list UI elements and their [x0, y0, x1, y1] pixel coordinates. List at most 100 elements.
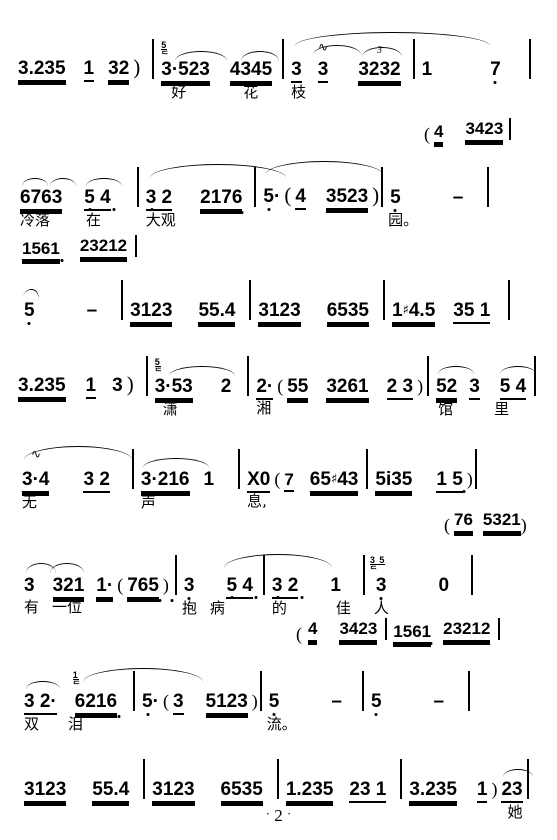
- note-group: 4: [295, 186, 306, 210]
- measure-8-2: 1.235 23 1: [285, 779, 387, 803]
- barline: [427, 356, 430, 396]
- octave-dot-low: [206, 324, 210, 327]
- measure-1-2: 3 枝 ∿ 3 3 3232: [291, 32, 491, 100]
- octave-dot-low: [267, 208, 271, 211]
- note-group: 3123: [152, 779, 195, 803]
- staff-system-5: ∿ 3·4 无 3 2 3·216 声 1 X0 息, ( 7 65♯43 5i…: [0, 428, 557, 510]
- measure-7-0: 3 2· 双 1ᄃ 6216 泪: [24, 668, 203, 732]
- slur: [142, 458, 209, 468]
- measure-2-1: 3 2 大观 2176: [145, 164, 286, 228]
- barline: [276, 759, 279, 799]
- note: 3: [24, 575, 35, 596]
- note-extend: –: [452, 187, 464, 208]
- note-group: 1: [85, 375, 97, 399]
- barline: [385, 618, 388, 640]
- note: 3: [183, 575, 195, 596]
- barline: [131, 449, 134, 489]
- grace-note: 5ᄃ: [154, 357, 164, 376]
- measure-5-3: 5i35 1 5 ): [375, 469, 473, 493]
- note-group: 23: [501, 779, 523, 803]
- page-number: · 2 ·: [0, 806, 557, 826]
- note-group: 3.235: [18, 375, 66, 399]
- slur: [50, 563, 84, 573]
- open-paren: (: [444, 515, 450, 535]
- lyric: 佳: [335, 599, 351, 617]
- barline: [471, 555, 474, 595]
- note-group: 1♯4.5: [391, 300, 436, 324]
- sharp-icon: ♯: [330, 472, 338, 487]
- note-group: 1.235: [285, 779, 334, 803]
- note-group: 3 2: [271, 575, 299, 599]
- slur: [499, 366, 536, 374]
- rest: 0: [438, 575, 450, 596]
- lyric: 好: [171, 83, 187, 101]
- lyric: 人: [373, 599, 389, 617]
- note-group: 52: [436, 376, 458, 400]
- upper-interlude-line: 1561 23212: [22, 235, 141, 262]
- measure-8-1: 3123 6535: [152, 779, 263, 803]
- slur: [168, 366, 235, 376]
- barline: [381, 167, 384, 207]
- measure-pickup: 3.235 1 32 ): [18, 55, 140, 82]
- barline: [262, 555, 265, 595]
- barline: [152, 39, 155, 79]
- barline: [247, 356, 250, 396]
- note-group: 2176: [200, 187, 243, 211]
- lyric: 泪: [68, 715, 84, 733]
- note-group: 3 2: [145, 187, 173, 211]
- note-triplet: 3 3232: [358, 45, 403, 83]
- measure-8-0: 3123 55.4: [24, 779, 130, 806]
- note-group: 6535: [326, 300, 369, 324]
- octave-dot-low: [254, 596, 258, 599]
- octave-dot-low: [27, 322, 31, 325]
- octave-dot-low: [417, 642, 421, 645]
- barline: [121, 280, 124, 320]
- note-group: 55: [287, 376, 309, 400]
- lyric: 息,: [247, 492, 267, 510]
- measure-6-1: 3 抱 5 4 病: [182, 554, 333, 616]
- note-group: 65♯43: [309, 469, 359, 493]
- mordent-icon: ∿: [317, 40, 329, 54]
- slur: [438, 366, 475, 374]
- measure-7-1: 5· ( 3 5123 ): [142, 691, 258, 716]
- octave-dot-low: [146, 713, 150, 716]
- barline: [487, 167, 490, 207]
- lyric: 无: [22, 493, 38, 511]
- note-low-7: 7: [490, 60, 501, 84]
- note-group: 3523: [325, 186, 369, 210]
- measure-5-2: X0 息, ( 7 65♯43: [247, 469, 359, 509]
- page-decor-right: ·: [287, 806, 292, 821]
- staff-system-1: 3.235 1 32 ) 5ᄃ 3·523 好 4345 花 3 枝 ∿ 3 3…: [0, 18, 557, 100]
- note: 1: [203, 469, 215, 490]
- note-group: 23212: [79, 236, 128, 259]
- note-group: 3261: [326, 376, 369, 400]
- barline: [174, 555, 177, 595]
- slur: [86, 178, 123, 186]
- note-group: 3·523: [161, 59, 210, 83]
- note-group: 55.4: [92, 779, 130, 803]
- lyric: 双: [24, 715, 40, 733]
- barline: [135, 235, 138, 257]
- note-extend: –: [86, 300, 98, 321]
- measure-4-pickup: 3.235 1 3 ): [18, 372, 134, 399]
- octave-dot-low: [170, 599, 174, 602]
- note-group: 7: [284, 470, 294, 492]
- octave-dot-low: [429, 642, 433, 645]
- octave-dot-low: [228, 211, 232, 214]
- open-paren: (: [284, 183, 292, 207]
- measure-4-3: 52 3 馆 5 4 里: [436, 366, 536, 417]
- barline: [282, 39, 285, 79]
- barline: [362, 555, 365, 595]
- page-number-value: 2: [274, 806, 283, 825]
- mordent-icon: ∿: [30, 447, 42, 461]
- measure-7-3: 5 –: [371, 692, 444, 716]
- note: 3: [375, 575, 387, 596]
- barline: [361, 671, 364, 711]
- note-with-mordent: ∿ 3: [317, 41, 329, 83]
- note-group: 3: [172, 691, 184, 715]
- octave-dot-low: [240, 211, 244, 214]
- note: 3: [112, 375, 123, 396]
- note: 5: [24, 300, 35, 321]
- close-paren: ): [466, 469, 473, 489]
- note-group: 3: [291, 59, 302, 83]
